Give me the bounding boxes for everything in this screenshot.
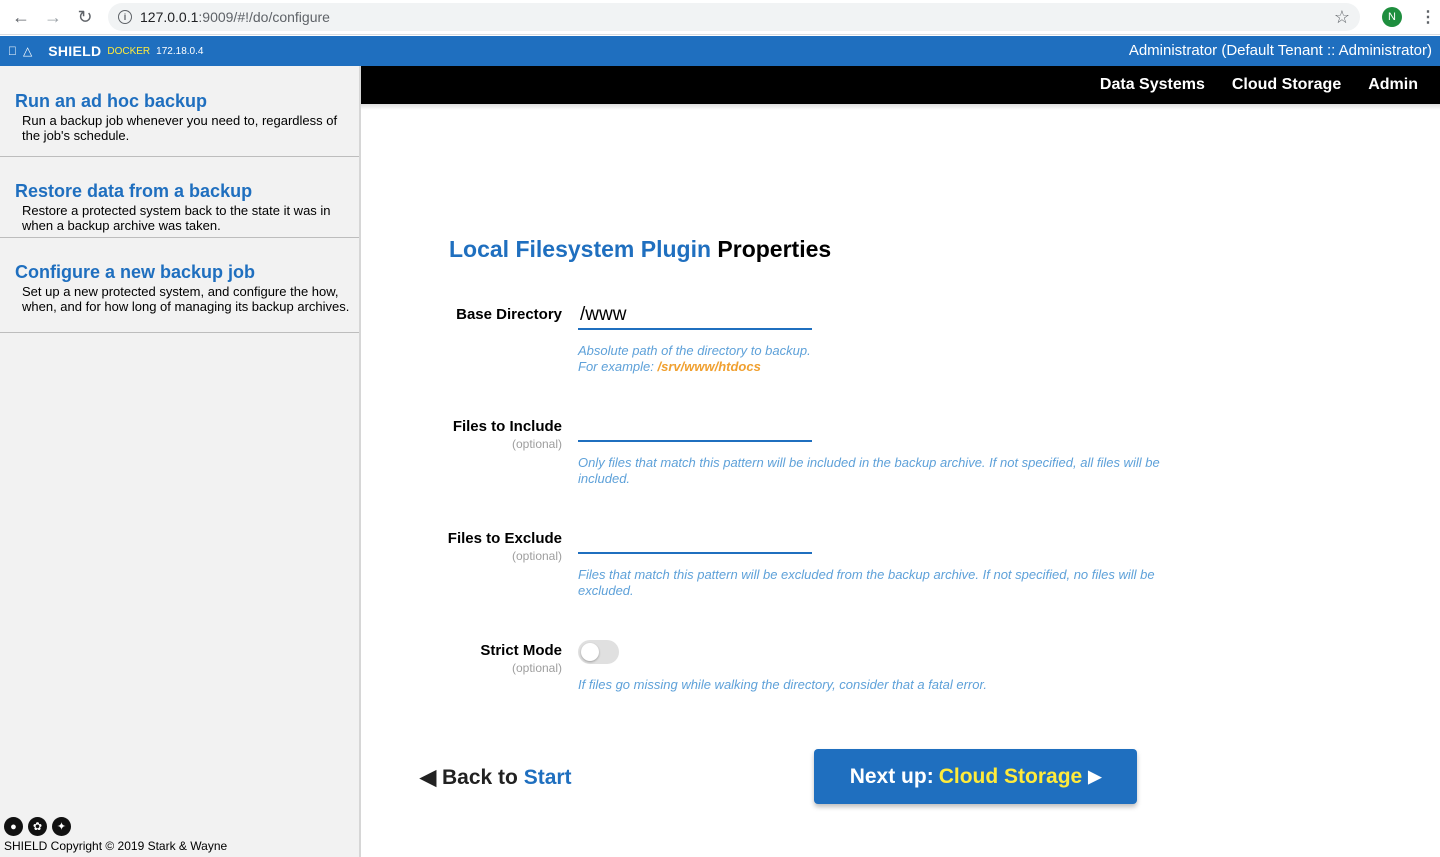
example-prefix: For example:	[578, 359, 654, 374]
url-host: 127.0.0.1	[140, 9, 199, 25]
files-include-input[interactable]	[578, 414, 812, 442]
back-target: Start	[523, 766, 572, 789]
os-icons:  △	[8, 44, 32, 58]
forward-arrow-icon[interactable]: →	[42, 6, 64, 28]
nav-admin[interactable]: Admin	[1368, 76, 1418, 94]
strict-mode-label: Strict Mode	[480, 642, 562, 659]
next-prefix: Next up:	[849, 764, 934, 788]
social-links: ● ✿ ✦	[4, 817, 227, 836]
page-title: Local Filesystem Plugin Properties	[449, 236, 831, 263]
info-icon[interactable]: i	[118, 10, 132, 24]
slack-icon[interactable]: ✿	[28, 817, 47, 836]
files-exclude-label: Files to Exclude	[447, 530, 562, 547]
sidebar-item-desc: Set up a new protected system, and confi…	[22, 284, 350, 314]
base-directory-input[interactable]	[578, 302, 812, 330]
address-bar[interactable]: i 127.0.0.1:9009/#!/do/configure ☆	[108, 3, 1360, 31]
apple-icon: 	[8, 44, 17, 58]
strict-mode-help: If files go missing while walking the di…	[578, 677, 987, 692]
profile-avatar[interactable]: N	[1382, 7, 1402, 27]
next-button[interactable]: Next up: Cloud Storage ▶	[814, 749, 1137, 804]
ip-address: 172.18.0.4	[147, 45, 203, 57]
env-badge: DOCKER	[98, 45, 150, 57]
files-include-label: Files to Include	[452, 418, 562, 435]
sidebar-item-title[interactable]: Configure a new backup job	[15, 262, 255, 283]
twitter-icon[interactable]: ✦	[52, 817, 71, 836]
url-path: :9009/#!/do/configure	[198, 9, 330, 25]
sidebar-item-title[interactable]: Restore data from a backup	[15, 181, 252, 202]
back-to-start-link[interactable]: ◀ Back to Start	[420, 765, 572, 790]
reload-icon[interactable]: ↻	[74, 6, 96, 28]
help-text: Absolute path of the directory to backup…	[578, 343, 811, 358]
sidebar-item-desc: Restore a protected system back to the s…	[22, 203, 331, 233]
linux-penguin-icon: △	[14, 44, 32, 58]
plugin-name: Local Filesystem Plugin	[449, 236, 712, 262]
browser-menu-icon[interactable]: ⋮	[1420, 7, 1436, 27]
sidebar-item-title[interactable]: Run an ad hoc backup	[15, 91, 207, 112]
base-directory-help: Absolute path of the directory to backup…	[578, 343, 1168, 375]
browser-toolbar: ← → ↻ i 127.0.0.1:9009/#!/do/configure ☆…	[0, 0, 1440, 35]
base-directory-label: Base Directory	[456, 306, 562, 323]
back-prefix: Back to	[442, 766, 518, 789]
toggle-knob	[581, 643, 599, 661]
sidebar: Run an ad hoc backup Run a backup job wh…	[0, 66, 361, 857]
sidebar-item-configure-job[interactable]: Configure a new backup job Set up a new …	[0, 238, 359, 333]
files-exclude-input[interactable]	[578, 526, 812, 554]
github-icon[interactable]: ●	[4, 817, 23, 836]
optional-note: (optional)	[511, 661, 562, 675]
bookmark-star-icon[interactable]: ☆	[1334, 7, 1350, 28]
optional-note: (optional)	[511, 549, 562, 563]
user-menu[interactable]: Administrator (Default Tenant :: Adminis…	[1129, 42, 1432, 59]
sidebar-item-desc: Run a backup job whenever you need to, r…	[22, 113, 338, 143]
sidebar-item-restore[interactable]: Restore data from a backup Restore a pro…	[0, 157, 359, 238]
next-target: Cloud Storage	[938, 764, 1083, 788]
nav-cloud-storage[interactable]: Cloud Storage	[1232, 76, 1341, 94]
strict-mode-toggle[interactable]	[578, 640, 619, 664]
brand-name: SHIELD	[39, 43, 101, 59]
sidebar-footer: ● ✿ ✦ SHIELD Copyright © 2019 Stark & Wa…	[4, 817, 227, 853]
files-exclude-help: Files that match this pattern will be ex…	[578, 567, 1155, 598]
optional-note: (optional)	[511, 437, 562, 451]
back-arrow-icon[interactable]: ←	[10, 6, 32, 28]
nav-data-systems[interactable]: Data Systems	[1100, 76, 1205, 94]
back-arrow-icon: ◀	[420, 766, 437, 789]
nav-shadow	[361, 104, 1440, 110]
help-example: For example: /srv/www/htdocs	[578, 359, 1168, 375]
copyright: SHIELD Copyright © 2019 Stark & Wayne	[4, 839, 228, 853]
play-arrow-icon: ▶	[1088, 766, 1102, 786]
app-topbar:  △ SHIELD DOCKER 172.18.0.4 Administrat…	[0, 36, 1440, 66]
title-suffix: Properties	[717, 236, 832, 262]
example-value: /srv/www/htdocs	[657, 359, 761, 374]
sidebar-item-adhoc-backup[interactable]: Run an ad hoc backup Run a backup job wh…	[0, 66, 359, 157]
main-nav: Data Systems Cloud Storage Admin	[361, 66, 1440, 104]
files-include-help: Only files that match this pattern will …	[578, 455, 1160, 486]
